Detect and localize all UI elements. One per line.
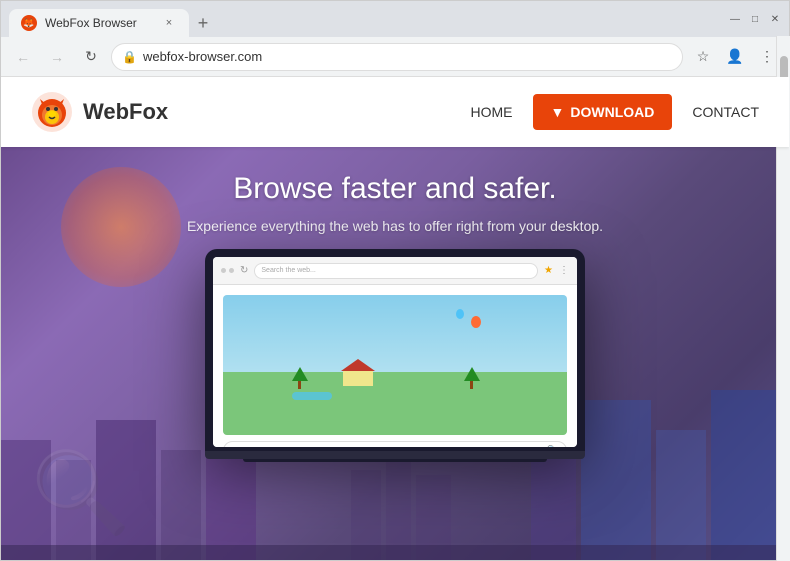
address-text: webfox-browser.com [143,49,672,64]
toolbar-actions: ☆ 👤 ⋮ [689,43,781,71]
site-logo-icon [31,91,73,133]
mini-tree-top-2 [464,367,480,381]
nav-contact-link[interactable]: CONTACT [692,104,759,120]
mini-ground [223,372,567,435]
lock-icon: 🔒 [122,50,137,64]
download-label: DOWNLOAD [570,104,654,120]
mini-balloon2 [456,309,464,319]
deco-circle [61,167,181,287]
back-button[interactable]: ← [9,43,37,71]
laptop-screen-outer: ↻ Search the web... ★ ⋮ [205,249,585,451]
watermark-search: 🔍 [31,446,131,540]
tab-area: 🦊 WebFox Browser × + [9,1,721,37]
laptop-base [205,451,585,459]
download-button[interactable]: ▼ DOWNLOAD [533,94,673,130]
mock-address-bar: Search the web... [254,263,538,279]
maximize-button[interactable]: □ [749,13,761,25]
hero-text-area: Browse faster and safer. Experience ever… [187,147,603,234]
tab-title: WebFox Browser [45,16,153,30]
mini-house-body [343,371,373,386]
profile-button[interactable]: 👤 [721,43,749,71]
mock-browser-bar: ↻ Search the web... ★ ⋮ [213,257,577,285]
mini-tree-trunk-2 [470,381,473,389]
tab-favicon: 🦊 [21,15,37,31]
mock-search-bar: Search the web... 🔍 [223,441,567,447]
mock-menu-icon: ⋮ [559,265,569,276]
address-bar[interactable]: 🔒 webfox-browser.com [111,43,683,71]
tab-close-button[interactable]: × [161,15,177,31]
mock-search-icon: 🔍 [547,445,558,447]
title-bar: 🦊 WebFox Browser × + — □ ✕ [1,1,789,37]
mock-dot-2 [229,268,234,273]
mini-balloon [471,316,481,328]
mock-search-placeholder: Search the web... [261,267,315,274]
laptop-mockup: ↻ Search the web... ★ ⋮ [205,249,585,459]
mock-star-icon: ★ [544,265,553,276]
minimize-button[interactable]: — [729,13,741,25]
bookmark-button[interactable]: ☆ [689,43,717,71]
close-button[interactable]: ✕ [769,13,781,25]
mock-landscape [223,295,567,435]
hero-section: 🔍 Browse faster and safer. Experience ev… [1,147,789,560]
forward-button[interactable]: → [43,43,71,71]
refresh-button[interactable]: ↻ [77,43,105,71]
active-tab[interactable]: 🦊 WebFox Browser × [9,9,189,37]
site-logo-text: WebFox [83,99,168,125]
nav-links: HOME ▼ DOWNLOAD CONTACT [471,94,759,130]
mini-tree-top-1 [292,367,308,381]
mock-page-content: Search the web... 🔍 Times Classict [213,285,577,447]
laptop-screen-inner: ↻ Search the web... ★ ⋮ [213,257,577,447]
mini-tree-2 [464,367,480,389]
mini-tree-1 [292,367,308,389]
hero-subtitle: Experience everything the web has to off… [187,218,603,234]
mock-refresh-icon: ↻ [240,265,248,276]
site-navbar: WebFox HOME ▼ DOWNLOAD CONTACT [1,77,789,147]
nav-home-link[interactable]: HOME [471,104,513,120]
mock-dot-1 [221,268,226,273]
download-icon: ▼ [551,104,565,120]
new-tab-button[interactable]: + [189,9,217,37]
browser-window: 🦊 WebFox Browser × + — □ ✕ ← → ↻ 🔒 webfo… [0,0,790,561]
mini-sky [223,295,567,372]
mini-house-roof [341,359,375,371]
hero-title: Browse faster and safer. [187,172,603,206]
window-controls: — □ ✕ [729,13,781,25]
mini-house [343,361,373,386]
browser-toolbar: ← → ↻ 🔒 webfox-browser.com ☆ 👤 ⋮ [1,37,789,77]
mock-search-text: Search the web... [232,446,543,448]
page-content: WebFox HOME ▼ DOWNLOAD CONTACT [1,77,789,560]
mini-scene [223,295,567,435]
mini-river [292,392,332,400]
mini-tree-trunk-1 [298,381,301,389]
mock-search-area: Search the web... 🔍 [223,441,567,447]
logo-area: WebFox [31,91,471,133]
mock-nav-dots [221,268,234,273]
